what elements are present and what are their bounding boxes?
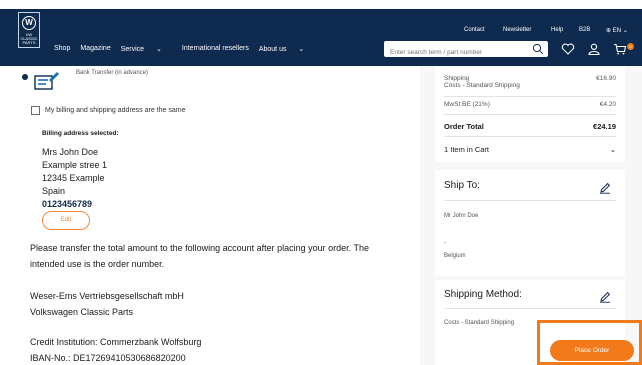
company-name: Weser-Ems Vertriebsgesellschaft mbH	[30, 291, 184, 301]
newsletter-link[interactable]: Newsletter	[503, 27, 531, 33]
nav-shop[interactable]: Shop	[54, 45, 70, 53]
search-box	[384, 41, 548, 61]
cart-count-badge: 0	[627, 43, 634, 50]
site-header: W VW CLASSIC PARTS Contact Newsletter He…	[0, 9, 642, 66]
chevron-down-icon: ⌄	[622, 28, 628, 34]
ship-to-name: Mr John Doe	[444, 213, 479, 219]
place-order-button[interactable]: Place Order	[550, 340, 634, 361]
billing-name: Mrs John Doe	[42, 147, 99, 157]
ship-to-title: Ship To:	[444, 180, 480, 191]
company-division: Volkswagen Classic Parts	[30, 307, 134, 317]
billing-phone[interactable]: 0123456789	[42, 199, 92, 209]
order-total-label: Order Total	[444, 122, 484, 131]
nav-international-resellers[interactable]: International resellers	[182, 45, 249, 53]
main-nav: Shop Magazine Service ⌄ International re…	[54, 45, 324, 53]
iban-number: IBAN-No.: DE17269410530686820200	[30, 353, 186, 363]
ship-to-street: -	[444, 240, 446, 246]
nav-service-label: Service	[120, 46, 145, 53]
nav-about-label: About us	[258, 46, 287, 53]
bank-transfer-icon	[34, 72, 59, 90]
shipping-row: Shipping Costs - Standard Shipping €16.9…	[444, 75, 616, 89]
edit-pencil-icon[interactable]	[599, 291, 611, 303]
help-link[interactable]: Help	[551, 27, 563, 33]
payment-section: Bank Transfer (in advance) My billing an…	[0, 66, 420, 365]
transfer-instructions-line1: Please transfer the total amount to the …	[30, 243, 370, 253]
logo-text: VW CLASSIC PARTS	[20, 32, 38, 45]
shipping-title: Shipping	[444, 75, 470, 82]
user-icon[interactable]	[588, 43, 600, 55]
bank-transfer-label: Bank Transfer (in advance)	[76, 70, 149, 76]
order-total-row: Order Total €24.19	[444, 122, 616, 131]
vat-label: MwSt BE (21%)	[444, 101, 490, 108]
edit-billing-button[interactable]: Edit	[42, 211, 90, 230]
divider	[444, 308, 616, 309]
items-in-cart-label: 1 Item in Cart	[444, 145, 490, 154]
order-total-value: €24.19	[593, 122, 616, 131]
divider	[444, 96, 616, 97]
credit-institution: Credit Institution: Commerzbank Wolfsbur…	[30, 337, 202, 347]
ship-to-country: Belgium	[444, 253, 466, 259]
language-selector[interactable]: ⊕ EN ⌄	[606, 27, 628, 34]
globe-icon: ⊕	[606, 28, 612, 34]
chevron-down-icon: ⌄	[156, 46, 162, 53]
shipping-method-value: Costs - Standard Shipping	[444, 320, 515, 326]
billing-country: Spain	[42, 186, 66, 196]
shipping-method-title: Shipping Method:	[444, 289, 522, 300]
divider	[444, 114, 616, 115]
same-address-label[interactable]: My billing and shipping address are the …	[45, 107, 185, 114]
vw-logo-icon: W	[22, 16, 36, 30]
same-address-checkbox[interactable]	[31, 106, 40, 115]
items-in-cart-toggle[interactable]: 1 Item in Cart ⌄	[444, 145, 616, 154]
shipping-value: €16.90	[596, 75, 616, 82]
heart-icon[interactable]	[561, 43, 575, 55]
billing-street: Example stree 1	[42, 160, 108, 170]
vw-classic-logo[interactable]: W VW CLASSIC PARTS	[18, 12, 40, 48]
divider	[444, 136, 616, 137]
vat-row: MwSt BE (21%) €4.20	[444, 101, 616, 108]
nav-magazine[interactable]: Magazine	[80, 45, 110, 53]
ship-to-card: Ship To: Mr John Doe - Belgium	[435, 170, 625, 276]
b2b-link[interactable]: B2B	[579, 27, 590, 33]
contact-link[interactable]: Contact	[464, 27, 485, 33]
shipping-label: Shipping Costs - Standard Shipping	[444, 75, 520, 89]
chevron-down-icon: ⌄	[298, 46, 305, 53]
search-input[interactable]	[384, 44, 524, 61]
shipping-subtitle: Costs - Standard Shipping	[444, 82, 520, 89]
billing-address-title: Billing address selected:	[42, 130, 119, 137]
chevron-down-icon: ⌄	[609, 145, 616, 154]
transfer-instructions-line2: intended use is the order number.	[30, 259, 165, 269]
search-icon[interactable]	[532, 43, 544, 55]
vat-value: €4.20	[599, 101, 616, 108]
edit-pencil-icon[interactable]	[599, 182, 611, 194]
cart-icon[interactable]	[613, 43, 627, 55]
nav-service[interactable]: Service ⌄	[121, 45, 172, 53]
billing-city: 12345 Example	[42, 173, 105, 183]
language-label: EN	[612, 28, 622, 34]
bank-transfer-radio[interactable]	[22, 74, 28, 80]
order-summary-card: Shipping Costs - Standard Shipping €16.9…	[435, 66, 625, 162]
divider	[444, 200, 616, 201]
nav-about-us[interactable]: About us ⌄	[259, 45, 314, 53]
